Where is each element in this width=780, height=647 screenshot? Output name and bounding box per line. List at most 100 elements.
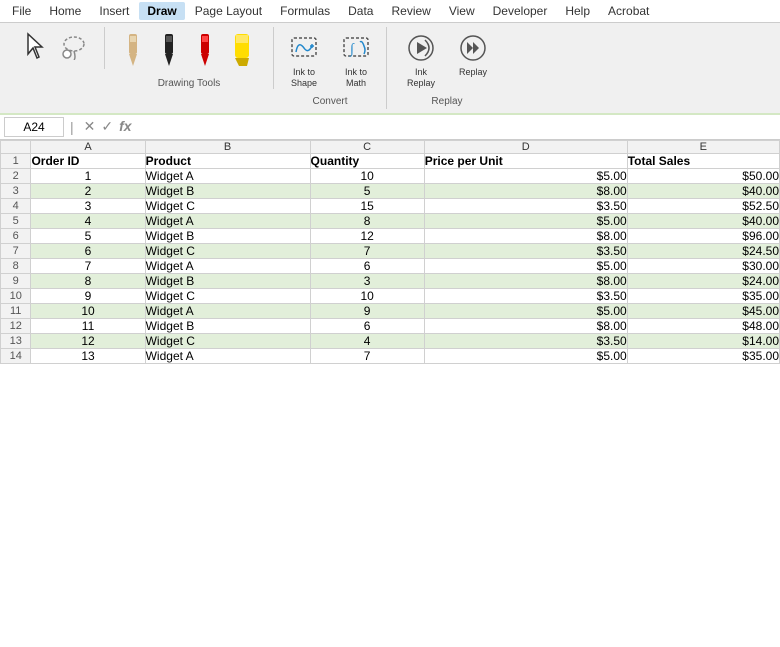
menu-page-layout[interactable]: Page Layout <box>187 2 270 20</box>
cell-E5[interactable]: $40.00 <box>627 213 779 228</box>
menu-file[interactable]: File <box>4 2 39 20</box>
cell-e1[interactable]: Total Sales <box>627 153 779 168</box>
cell-C3[interactable]: 5 <box>310 183 424 198</box>
cell-D9[interactable]: $8.00 <box>424 273 627 288</box>
cell-c1[interactable]: Quantity <box>310 153 424 168</box>
cell-A5[interactable]: 4 <box>31 213 145 228</box>
cell-A8[interactable]: 7 <box>31 258 145 273</box>
cell-A14[interactable]: 13 <box>31 348 145 363</box>
cell-E9[interactable]: $24.00 <box>627 273 779 288</box>
cell-B9[interactable]: Widget B <box>145 273 310 288</box>
cell-B8[interactable]: Widget A <box>145 258 310 273</box>
cell-a1[interactable]: Order ID <box>31 153 145 168</box>
cell-A13[interactable]: 12 <box>31 333 145 348</box>
cell-D14[interactable]: $5.00 <box>424 348 627 363</box>
formula-cancel-icon[interactable]: ✕ <box>84 118 96 135</box>
cell-D12[interactable]: $8.00 <box>424 318 627 333</box>
cell-E11[interactable]: $45.00 <box>627 303 779 318</box>
menu-draw[interactable]: Draw <box>139 2 184 20</box>
cell-A12[interactable]: 11 <box>31 318 145 333</box>
cell-D5[interactable]: $5.00 <box>424 213 627 228</box>
cell-A2[interactable]: 1 <box>31 168 145 183</box>
cell-D8[interactable]: $5.00 <box>424 258 627 273</box>
menu-help[interactable]: Help <box>557 2 598 20</box>
menu-developer[interactable]: Developer <box>485 2 556 20</box>
ink-to-math-button[interactable]: ∫ Ink toMath <box>334 29 378 92</box>
cell-E13[interactable]: $14.00 <box>627 333 779 348</box>
col-header-a[interactable]: A <box>31 140 145 153</box>
cell-E2[interactable]: $50.00 <box>627 168 779 183</box>
replay-button[interactable]: Replay <box>451 29 495 81</box>
cell-D11[interactable]: $5.00 <box>424 303 627 318</box>
pen-black-button[interactable] <box>153 29 185 74</box>
cell-A10[interactable]: 9 <box>31 288 145 303</box>
select-tool-button[interactable] <box>20 29 52 67</box>
cell-B10[interactable]: Widget C <box>145 288 310 303</box>
cell-C9[interactable]: 3 <box>310 273 424 288</box>
menu-home[interactable]: Home <box>41 2 89 20</box>
cell-A9[interactable]: 8 <box>31 273 145 288</box>
cell-D10[interactable]: $3.50 <box>424 288 627 303</box>
cell-C2[interactable]: 10 <box>310 168 424 183</box>
col-header-e[interactable]: E <box>627 140 779 153</box>
cell-b1[interactable]: Product <box>145 153 310 168</box>
col-header-d[interactable]: D <box>424 140 627 153</box>
cell-B3[interactable]: Widget B <box>145 183 310 198</box>
cell-D13[interactable]: $3.50 <box>424 333 627 348</box>
cell-E8[interactable]: $30.00 <box>627 258 779 273</box>
cell-A3[interactable]: 2 <box>31 183 145 198</box>
cell-A11[interactable]: 10 <box>31 303 145 318</box>
cell-C6[interactable]: 12 <box>310 228 424 243</box>
cell-B12[interactable]: Widget B <box>145 318 310 333</box>
cell-D6[interactable]: $8.00 <box>424 228 627 243</box>
col-header-b[interactable]: B <box>145 140 310 153</box>
cell-B11[interactable]: Widget A <box>145 303 310 318</box>
menu-data[interactable]: Data <box>340 2 381 20</box>
pen-beige-button[interactable] <box>117 29 149 74</box>
menu-insert[interactable]: Insert <box>91 2 137 20</box>
menu-review[interactable]: Review <box>383 2 438 20</box>
pen-red-button[interactable] <box>189 29 221 74</box>
cell-E3[interactable]: $40.00 <box>627 183 779 198</box>
cell-B13[interactable]: Widget C <box>145 333 310 348</box>
cell-C11[interactable]: 9 <box>310 303 424 318</box>
formula-confirm-icon[interactable]: ✓ <box>101 118 113 135</box>
cell-B6[interactable]: Widget B <box>145 228 310 243</box>
cell-E7[interactable]: $24.50 <box>627 243 779 258</box>
cell-E12[interactable]: $48.00 <box>627 318 779 333</box>
cell-D3[interactable]: $8.00 <box>424 183 627 198</box>
lasso-tool-button[interactable] <box>56 29 92 67</box>
menu-formulas[interactable]: Formulas <box>272 2 338 20</box>
cell-B7[interactable]: Widget C <box>145 243 310 258</box>
cell-B2[interactable]: Widget A <box>145 168 310 183</box>
cell-A4[interactable]: 3 <box>31 198 145 213</box>
cell-A7[interactable]: 6 <box>31 243 145 258</box>
cell-B5[interactable]: Widget A <box>145 213 310 228</box>
cell-E6[interactable]: $96.00 <box>627 228 779 243</box>
cell-reference-input[interactable] <box>4 117 64 137</box>
cell-C7[interactable]: 7 <box>310 243 424 258</box>
formula-function-icon[interactable]: fx <box>119 118 131 135</box>
cell-B14[interactable]: Widget A <box>145 348 310 363</box>
cell-C5[interactable]: 8 <box>310 213 424 228</box>
cell-C13[interactable]: 4 <box>310 333 424 348</box>
cell-d1[interactable]: Price per Unit <box>424 153 627 168</box>
cell-C8[interactable]: 6 <box>310 258 424 273</box>
cell-C14[interactable]: 7 <box>310 348 424 363</box>
formula-input[interactable] <box>140 118 776 136</box>
ink-replay-button[interactable]: InkReplay <box>399 29 443 92</box>
menu-acrobat[interactable]: Acrobat <box>600 2 657 20</box>
cell-B4[interactable]: Widget C <box>145 198 310 213</box>
cell-E14[interactable]: $35.00 <box>627 348 779 363</box>
pen-yellow-button[interactable] <box>225 29 261 74</box>
menu-view[interactable]: View <box>441 2 483 20</box>
ink-to-shape-button[interactable]: Ink toShape <box>282 29 326 92</box>
cell-E4[interactable]: $52.50 <box>627 198 779 213</box>
col-header-c[interactable]: C <box>310 140 424 153</box>
cell-C10[interactable]: 10 <box>310 288 424 303</box>
cell-C12[interactable]: 6 <box>310 318 424 333</box>
cell-D7[interactable]: $3.50 <box>424 243 627 258</box>
cell-C4[interactable]: 15 <box>310 198 424 213</box>
cell-E10[interactable]: $35.00 <box>627 288 779 303</box>
cell-D4[interactable]: $3.50 <box>424 198 627 213</box>
